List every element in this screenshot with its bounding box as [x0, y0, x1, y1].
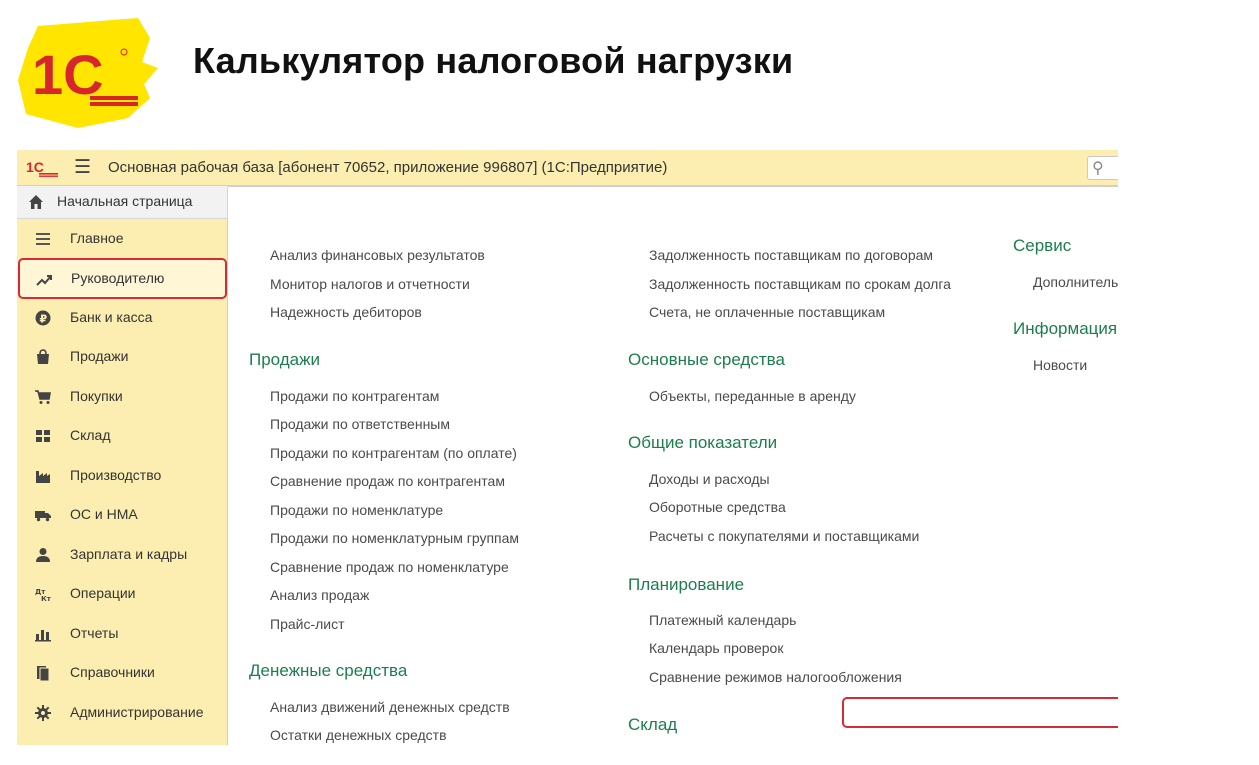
app-title: Основная рабочая база [абонент 70652, пр… [108, 159, 668, 176]
report-link[interactable]: Прайс-лист [270, 616, 345, 632]
trend-icon [36, 275, 52, 286]
sidebar-item-label: Администрирование [70, 704, 204, 720]
1c-logo-splash: 1С [18, 18, 158, 128]
svg-text:₽: ₽ [40, 313, 48, 326]
truck-icon [35, 511, 51, 522]
report-link[interactable]: Счета, не оплаченные поставщикам [649, 304, 885, 320]
report-link[interactable]: Продажи по номенклатуре [270, 502, 443, 518]
report-link[interactable]: Остатки денежных средств [270, 727, 447, 743]
report-link[interactable]: Продажи по контрагентам [270, 388, 439, 404]
section-title-general: Общие показатели [628, 433, 778, 452]
report-link[interactable]: Расчеты с покупателями и поставщиками [649, 528, 919, 544]
report-link[interactable]: Объекты, переданные в аренду [649, 388, 856, 404]
sidebar-item-label: Производство [70, 467, 162, 483]
app-window: 1С ☰ Основная рабочая база [абонент 7065… [17, 150, 1118, 745]
section-title-planning: Планирование [628, 575, 745, 594]
sidebar-item-operations[interactable]: Дт Кт Операции [17, 576, 228, 612]
report-link[interactable]: Надежность дебиторов [270, 304, 422, 320]
home-tab[interactable]: Начальная страница [17, 186, 228, 219]
report-link[interactable]: Оборотные средства [649, 499, 786, 515]
highlight-frame [842, 697, 1118, 728]
section-title-info: Информация [1013, 319, 1118, 338]
sidebar-item-sales[interactable]: Продажи [17, 339, 228, 375]
report-link[interactable]: Продажи по ответственным [270, 416, 450, 432]
report-link[interactable]: Доходы и расходы [649, 471, 770, 487]
section-title-warehouse: Склад [628, 715, 678, 734]
report-link[interactable]: Задолженность поставщикам по договорам [649, 247, 933, 263]
report-link[interactable]: Календарь проверок [649, 640, 783, 656]
tax-regime-comparison-link[interactable]: Сравнение режимов налогообложения [649, 669, 902, 685]
operations-icon: ДтКт [35, 588, 51, 602]
sidebar-item-label: Банк и касса [70, 309, 153, 325]
sidebar-item-label: Отчеты [70, 625, 119, 641]
home-icon [29, 195, 43, 209]
report-link[interactable]: Продажи по контрагентам (по оплате) [270, 445, 517, 461]
sidebar-item-label: ОС и НМА [70, 506, 138, 522]
1c-logo-icon: 1С [26, 159, 58, 177]
cart-icon [35, 390, 51, 404]
hamburger-icon[interactable]: ☰ [74, 158, 91, 177]
section-title-cash: Денежные средства [249, 661, 408, 680]
search-icon[interactable]: ⚲ [1092, 158, 1104, 178]
sidebar-item-manager[interactable]: Руководителю [18, 258, 227, 299]
sidebar-item-label: Руководителю [71, 270, 165, 286]
report-link[interactable]: Новости [1033, 357, 1087, 373]
report-link[interactable]: Сравнение продаж по номенклатуре [270, 559, 509, 575]
books-icon [37, 666, 50, 681]
sidebar-item-bank[interactable]: ₽ Банк и касса [17, 300, 228, 336]
factory-icon [36, 471, 50, 483]
gear-icon [35, 705, 51, 721]
sidebar-item-admin[interactable]: Администрирование [17, 695, 228, 731]
sidebar-item-assets[interactable]: ОС и НМА [17, 497, 228, 533]
slide-title: Калькулятор налоговой нагрузки [193, 40, 794, 81]
sidebar-item-purchases[interactable]: Покупки [17, 379, 228, 415]
sidebar-item-salary[interactable]: Зарплата и кадры [17, 537, 228, 573]
home-tab-label: Начальная страница [57, 193, 193, 209]
sidebar-item-production[interactable]: Производство [17, 458, 228, 494]
report-link[interactable]: Монитор налогов и отчетности [270, 276, 470, 292]
report-link[interactable]: Сравнение продаж по контрагентам [270, 473, 505, 489]
report-link[interactable]: Продажи по номенклатурным группам [270, 530, 519, 546]
content-panel: Анализ финансовых результатов Монитор на… [228, 186, 1118, 745]
sidebar-item-label: Операции [70, 585, 136, 601]
sidebar-item-catalogs[interactable]: Справочники [17, 655, 228, 691]
content-divider [228, 186, 1118, 191]
report-link[interactable]: Анализ движений денежных средств [270, 699, 510, 715]
section-title-fixed-assets: Основные средства [628, 350, 785, 369]
sidebar: Начальная страница Главное Руководителю … [17, 186, 228, 745]
bag-icon [37, 349, 49, 364]
ruble-icon: ₽ [35, 310, 51, 326]
report-link[interactable]: Анализ продаж [270, 587, 369, 603]
svg-text:Кт: Кт [41, 595, 51, 602]
sidebar-item-label: Справочники [70, 664, 155, 680]
report-link[interactable]: Платежный календарь [649, 612, 796, 628]
report-link[interactable]: Задолженность поставщикам по срокам долг… [649, 276, 951, 292]
sidebar-item-reports[interactable]: Отчеты [17, 616, 228, 652]
sidebar-item-warehouse[interactable]: Склад [17, 418, 228, 454]
warehouse-icon [36, 430, 50, 442]
search-input[interactable]: ⚲ [1087, 156, 1118, 180]
sidebar-item-label: Главное [70, 230, 124, 246]
list-icon [36, 233, 50, 245]
section-title-service: Сервис [1013, 236, 1072, 255]
bar-chart-icon [35, 630, 51, 642]
sidebar-item-label: Покупки [70, 388, 123, 404]
sidebar-item-main[interactable]: Главное [17, 221, 228, 257]
report-link[interactable]: Дополнитель [1033, 274, 1118, 290]
section-title-sales: Продажи [249, 350, 320, 369]
sidebar-item-label: Зарплата и кадры [70, 546, 188, 562]
report-link[interactable]: Анализ финансовых результатов [270, 247, 485, 263]
sidebar-item-label: Склад [70, 427, 111, 443]
app-topbar: 1С ☰ Основная рабочая база [абонент 7065… [17, 150, 1118, 186]
svg-text:1С: 1С [26, 159, 44, 175]
sidebar-item-label: Продажи [70, 348, 129, 364]
person-icon [36, 548, 50, 562]
